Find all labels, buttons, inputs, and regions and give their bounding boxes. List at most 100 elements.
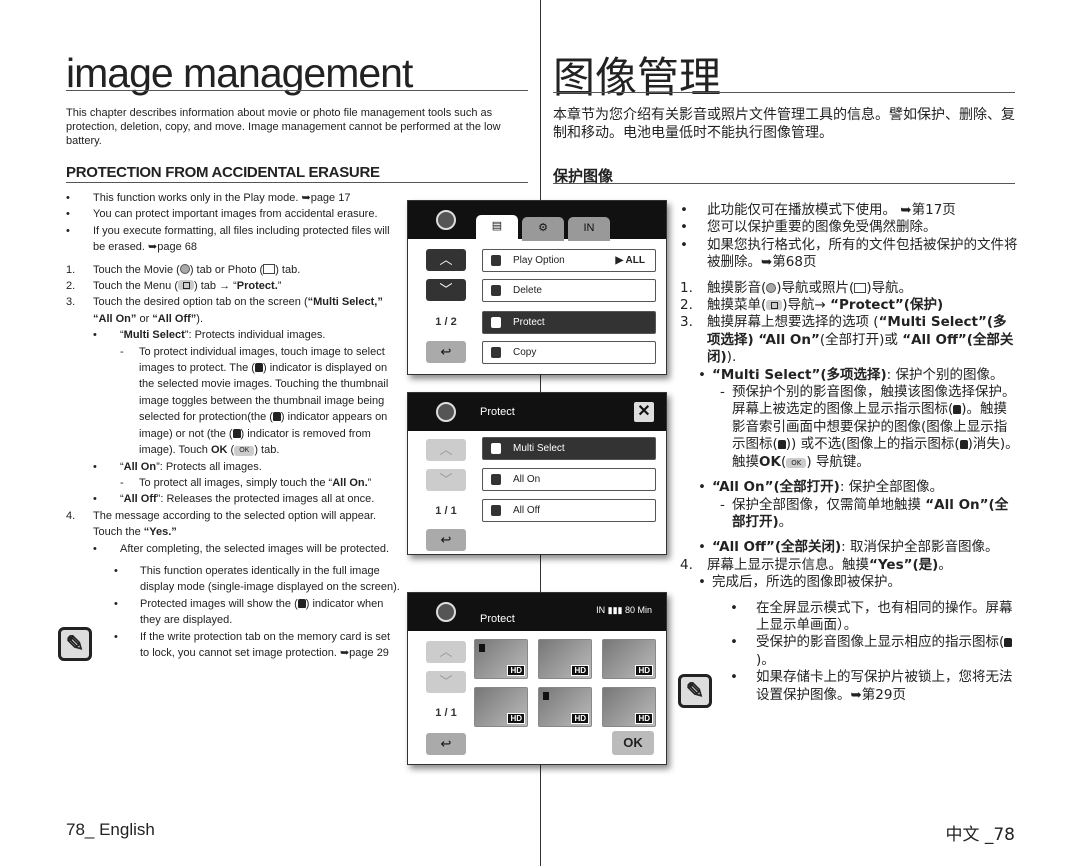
close-button[interactable]: ✕	[634, 402, 654, 422]
note-icon: ✎	[58, 627, 92, 661]
item-text: 如果您执行格式化，所有的文件包括被保护的文件将被删除。➥第68页	[707, 236, 1018, 271]
thumbnail[interactable]: HD	[538, 687, 592, 727]
ok-button[interactable]: OK	[612, 731, 654, 755]
menu-item-protect[interactable]: Protect	[482, 311, 656, 334]
lock-icon	[297, 598, 306, 608]
lock-icon	[777, 440, 786, 450]
thumbnail[interactable]: HD	[538, 639, 592, 679]
item-text: : 保护全部图像。	[839, 479, 944, 496]
thumbnail[interactable]: HD	[602, 639, 656, 679]
option-all-off[interactable]: All Off	[482, 499, 656, 522]
item-text: 在全屏显示模式下，也有相同的操作。屏幕上显示单画面）。	[756, 599, 1013, 633]
item-marker: 4.	[680, 556, 693, 573]
item-text: 受保护的影音图像上显示相应的指示图标(	[756, 634, 1005, 651]
item-text: ) 导航键。	[806, 453, 870, 470]
option-multi-select[interactable]: Multi Select	[482, 437, 656, 460]
hd-badge: HD	[635, 665, 653, 676]
item-text: “Yes.”	[143, 526, 177, 539]
item-text: If the write protection tab on the memor…	[140, 630, 391, 659]
lock-icon	[232, 428, 241, 438]
hd-badge: HD	[571, 713, 589, 724]
scroll-up-button[interactable]: ︿	[426, 249, 466, 271]
menu-item-play-option[interactable]: Play Option ▶ ALL	[482, 249, 656, 272]
item-text: All Off	[123, 493, 157, 506]
screen-header: Protect ✕	[408, 393, 666, 431]
thumbnail[interactable]: HD	[474, 639, 528, 679]
option-label: Multi Select	[513, 443, 565, 454]
page-indicator: 1 / 1	[435, 707, 457, 719]
item-text: “Multi Select”(多项选择)	[712, 366, 887, 383]
item-text: After completing, the selected images wi…	[120, 542, 390, 555]
item-marker: 4.	[66, 509, 76, 522]
item-text: 此功能仅可在播放模式下使用。 ➥第17页	[707, 202, 956, 218]
instruction-item: 4. The message according to the selected …	[66, 508, 402, 541]
instruction-item: • 在全屏显示模式下，也有相同的操作。屏幕上显示单画面）。	[730, 600, 1020, 635]
item-text: Multi Select	[123, 329, 185, 342]
item-marker: -	[120, 345, 124, 358]
item-text: 保护全部图像，仅需简单地触摸	[732, 496, 926, 513]
thumbnail[interactable]: HD	[602, 687, 656, 727]
scroll-up-button[interactable]: ︿	[426, 439, 466, 461]
item-text: 触摸影音(	[707, 279, 767, 296]
storage-battery-status: IN ▮▮▮ 80 Min	[596, 605, 652, 615]
heading-rule	[66, 182, 528, 183]
item-text: ) tab.	[254, 444, 280, 457]
item-marker: 3.	[680, 314, 693, 331]
option-all-on[interactable]: All On	[482, 468, 656, 491]
item-marker: •	[698, 539, 706, 556]
item-text: 。	[778, 513, 793, 530]
instruction-item: 2. Touch the Menu () tab → “Protect.”	[66, 278, 402, 294]
menu-item-label: Copy	[513, 347, 537, 358]
scroll-down-button[interactable]: ﹀	[426, 671, 466, 693]
item-text: Touch the desired option tab on the scre…	[93, 296, 308, 309]
instruction-item: - To protect individual images, touch ima…	[120, 344, 402, 459]
play-option-icon	[491, 255, 501, 266]
back-button[interactable]: ↩	[426, 733, 466, 755]
title-rule	[66, 90, 528, 91]
movie-icon	[179, 263, 190, 274]
scroll-up-button[interactable]: ︿	[426, 641, 466, 663]
menu-item-delete[interactable]: Delete	[482, 279, 656, 302]
item-marker: •	[114, 597, 118, 610]
screen-protect-menu: Protect ✕ ︿ ﹀ 1 / 1 ↩ Multi Select All O…	[407, 392, 667, 555]
tab-storage[interactable]: IN	[568, 217, 610, 241]
instruction-item: 3. Touch the desired option tab on the sc…	[66, 294, 402, 327]
item-text: ) tab or Photo (	[189, 263, 264, 276]
instruction-item: • “All On”(全部打开): 保护全部图像。	[698, 479, 1020, 496]
item-marker: •	[93, 460, 97, 473]
option-label: All Off	[513, 505, 541, 516]
item-marker: •	[93, 329, 97, 342]
instruction-item: • 您可以保护重要的图像免受偶然删除。	[680, 219, 1020, 236]
menu-item-copy[interactable]: Copy	[482, 341, 656, 364]
item-text: )导航→	[782, 297, 831, 314]
instruction-item: 1. Touch the Movie () tab or Photo () tab…	[66, 262, 402, 278]
instruction-item: • 完成后，所选的图像即被保护。	[698, 574, 1020, 591]
back-button[interactable]: ↩	[426, 341, 466, 363]
thumbnail[interactable]: HD	[474, 687, 528, 727]
tab-menu[interactable]: ▤	[476, 215, 518, 241]
screen-header: Protect IN ▮▮▮ 80 Min	[408, 593, 666, 631]
hd-badge: HD	[571, 665, 589, 676]
scroll-down-button[interactable]: ﹀	[426, 469, 466, 491]
instruction-item: • This function operates identically in t…	[114, 563, 402, 596]
screen-title: Protect	[480, 406, 515, 418]
item-text: Touch the Movie (	[93, 263, 180, 276]
item-text: )。	[756, 651, 775, 668]
item-text: ”	[367, 476, 372, 489]
item-text: 您可以保护重要的图像免受偶然删除。	[707, 219, 937, 236]
instruction-item: • This function works only in the Play mo…	[66, 190, 402, 206]
item-marker: 3.	[66, 296, 76, 309]
heading-rule-zh	[553, 183, 1015, 184]
instruction-item: • “All Off”(全部关闭): 取消保护全部影音图像。	[698, 539, 1020, 556]
item-text: Touch the Menu (	[93, 280, 178, 293]
movie-icon	[436, 602, 456, 622]
screen-title: Protect	[480, 613, 515, 625]
movie-icon	[766, 282, 777, 293]
page-indicator: 1 / 1	[435, 505, 457, 517]
item-text: )) 或不选(图像上的指示图标(	[785, 436, 960, 453]
tab-settings[interactable]: ⚙	[522, 217, 564, 241]
item-marker: •	[66, 208, 70, 221]
scroll-down-button[interactable]: ﹀	[426, 279, 466, 301]
back-button[interactable]: ↩	[426, 529, 466, 551]
photo-icon	[263, 263, 276, 274]
